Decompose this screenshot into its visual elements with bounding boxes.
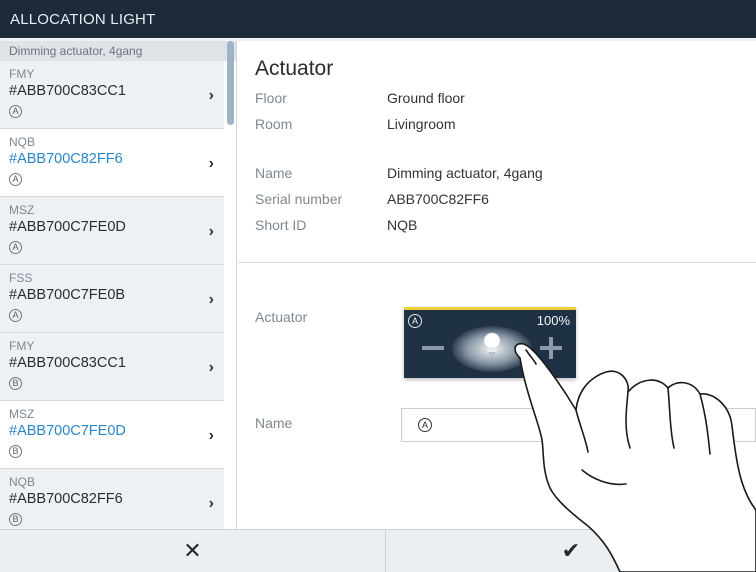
list-item-serial: #ABB700C7FE0D (9, 423, 126, 439)
room-row: Room Livingroom (255, 116, 756, 142)
channel-badge-icon: B (9, 377, 22, 390)
room-label: Room (255, 116, 293, 132)
window-title: ALLOCATION LIGHT (0, 0, 756, 38)
list-item-short-id: MSZ (9, 203, 35, 217)
list-item-short-id: FMY (9, 67, 35, 81)
chevron-right-icon: › (208, 87, 214, 104)
list-item-serial: #ABB700C82FF6 (9, 491, 123, 507)
list-item-short-id: MSZ (9, 407, 35, 421)
name-row: Name Dimming actuator, 4gang (255, 165, 756, 191)
channel-badge-icon: A (9, 309, 22, 322)
chevron-right-icon: › (208, 155, 214, 172)
list-item[interactable]: FMY #ABB700C83CC1 B › (0, 333, 224, 401)
light-bulb-icon (483, 332, 501, 357)
scrollbar-thumb[interactable] (227, 41, 234, 125)
serial-value: ABB700C82FF6 (387, 191, 489, 207)
chevron-right-icon: › (208, 291, 214, 308)
channel-badge-icon: A (408, 314, 422, 328)
floor-value: Ground floor (387, 90, 465, 106)
device-list[interactable]: Dimming actuator, 4gang FMY #ABB700C83CC… (0, 41, 237, 529)
list-item-short-id: FMY (9, 339, 35, 353)
device-info: Actuator Floor Ground floor Room Livingr… (238, 41, 756, 263)
confirm-button[interactable]: ✔ (386, 530, 756, 572)
action-bar: ✕ ✔ (0, 529, 756, 572)
chevron-right-icon: › (208, 495, 214, 512)
name-value: Dimming actuator, 4gang (387, 165, 543, 181)
minus-icon[interactable] (422, 346, 444, 350)
close-icon: ✕ (183, 538, 202, 563)
serial-row: Serial number ABB700C82FF6 (255, 191, 756, 217)
check-icon: ✔ (561, 538, 581, 563)
device-list-header-text: Dimming actuator, 4gang (9, 44, 143, 58)
chevron-right-icon: › (208, 223, 214, 240)
list-item-serial: #ABB700C83CC1 (9, 83, 126, 99)
list-item[interactable]: MSZ #ABB700C7FE0D A › (0, 197, 224, 265)
channel-badge-icon: B (9, 513, 22, 526)
floor-label: Floor (255, 90, 287, 106)
serial-label: Serial number (255, 191, 343, 207)
chevron-right-icon: › (208, 427, 214, 444)
list-item[interactable]: FSS #ABB700C7FE0B A › (0, 265, 224, 333)
list-item-short-id: NQB (9, 475, 36, 489)
actuator-label: Actuator (255, 309, 308, 325)
detail-panel: Actuator Floor Ground floor Room Livingr… (238, 41, 756, 529)
list-item[interactable]: MSZ #ABB700C7FE0D B › (0, 401, 224, 469)
device-list-header: Dimming actuator, 4gang (0, 41, 236, 61)
shortid-value: NQB (387, 217, 418, 233)
name-label: Name (255, 165, 293, 181)
cancel-button[interactable]: ✕ (0, 530, 386, 572)
room-value: Livingroom (387, 116, 456, 132)
list-item-serial: #ABB700C82FF6 (9, 151, 123, 167)
list-item-serial: #ABB700C83CC1 (9, 355, 126, 371)
channel-badge-icon: A (9, 105, 22, 118)
list-item-short-id: NQB (9, 135, 36, 149)
name-input[interactable]: A (401, 408, 756, 442)
list-item-short-id: FSS (9, 271, 33, 285)
plus-icon-vertical (549, 337, 553, 359)
list-item[interactable]: FMY #ABB700C83CC1 A › (0, 61, 224, 129)
list-item-serial: #ABB700C7FE0D (9, 219, 126, 235)
window-title-text: ALLOCATION LIGHT (10, 10, 156, 28)
list-item[interactable]: NQB #ABB700C82FF6 A › (0, 129, 224, 197)
name-field-label: Name (255, 415, 293, 431)
channel-badge-icon: A (9, 241, 22, 254)
shortid-row: Short ID NQB (255, 217, 756, 243)
detail-title: Actuator (255, 57, 334, 80)
channel-badge-icon: A (418, 418, 432, 432)
dimmer-tile[interactable]: A 100% (404, 307, 576, 378)
channel-badge-icon: B (9, 445, 22, 458)
list-item[interactable]: NQB #ABB700C82FF6 B › (0, 469, 224, 529)
dimmer-percent: 100% (536, 313, 570, 328)
chevron-right-icon: › (208, 359, 214, 376)
list-item-serial: #ABB700C7FE0B (9, 287, 126, 303)
channel-badge-icon: A (9, 173, 22, 186)
shortid-label: Short ID (255, 217, 307, 233)
floor-row: Floor Ground floor (255, 90, 756, 116)
